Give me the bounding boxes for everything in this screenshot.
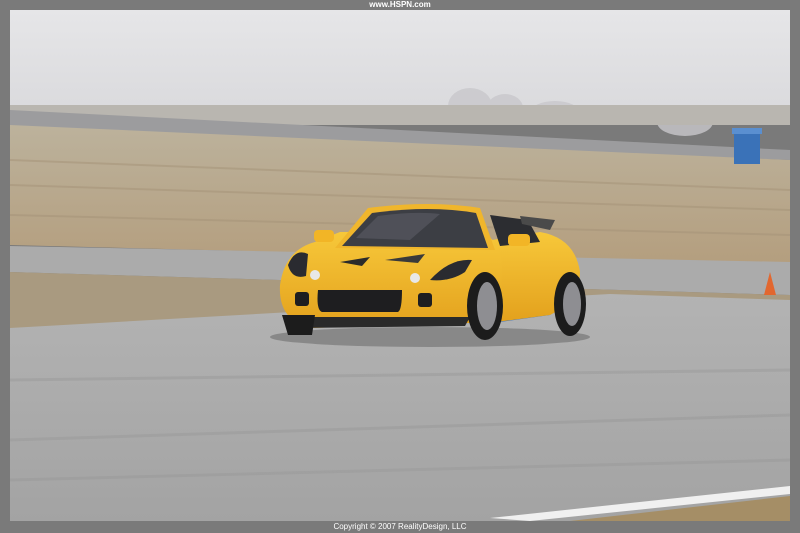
front-grille bbox=[317, 290, 402, 312]
race-photo bbox=[10, 10, 790, 521]
photo-frame: www.HSPN.com Copyright © 2007 RealityDes… bbox=[0, 0, 800, 533]
left-mirror bbox=[314, 230, 334, 242]
site-watermark: www.HSPN.com bbox=[369, 0, 431, 9]
race-scene bbox=[10, 10, 790, 521]
car-shadow bbox=[270, 327, 590, 347]
right-mirror bbox=[508, 234, 530, 246]
porta-potty bbox=[734, 132, 760, 164]
sky bbox=[10, 10, 790, 120]
copyright-watermark: Copyright © 2007 RealityDesign, LLC bbox=[333, 522, 467, 531]
